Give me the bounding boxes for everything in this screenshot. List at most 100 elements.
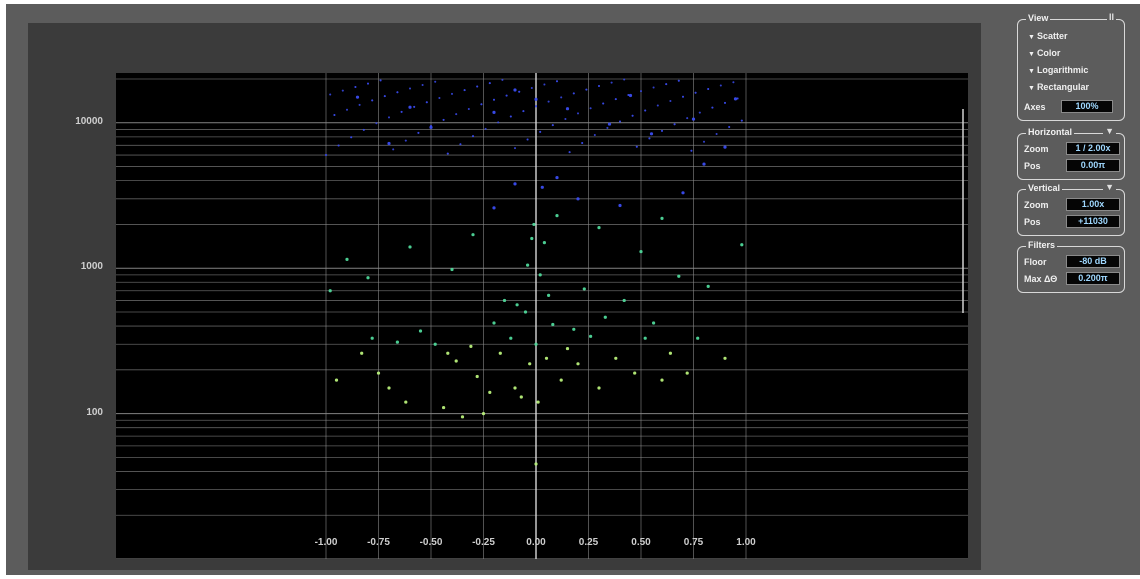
x-tick-label: -1.00 <box>314 537 338 548</box>
scatter-point <box>607 122 612 126</box>
scatter-point <box>530 236 534 241</box>
scatter-point-dense <box>362 128 365 131</box>
scatter-point <box>589 334 593 338</box>
floor-field[interactable]: -80 dB <box>1066 255 1120 268</box>
scatter-point <box>559 378 563 382</box>
view-option-color[interactable]: ▼ Color <box>1028 48 1060 58</box>
scatter-point-dense <box>451 92 453 95</box>
scatter-point-dense <box>438 96 441 99</box>
view-option-logarithmic[interactable]: ▼ Logarithmic <box>1028 65 1088 75</box>
scatter-point <box>582 287 586 291</box>
view-option-scatter[interactable]: ▼ Scatter <box>1028 31 1067 41</box>
y-tick-label: 100 <box>86 406 103 418</box>
scatter-point <box>733 97 738 101</box>
y-tick-label: 1000 <box>80 261 103 273</box>
scatter-point-dense <box>413 105 416 108</box>
scatter-point <box>526 263 530 267</box>
axes-value-field[interactable]: 100% <box>1061 100 1113 113</box>
scatter-point <box>442 405 446 410</box>
scatter-point <box>649 132 654 136</box>
scatter-point-dense <box>581 142 584 145</box>
scatter-point <box>544 356 549 360</box>
scatter-point-dense <box>530 87 533 90</box>
scatter-point <box>652 321 656 325</box>
x-tick-label: 1.00 <box>736 537 756 548</box>
scatter-point <box>677 274 681 278</box>
scatter-point-dense <box>593 134 596 137</box>
scatter-point-dense <box>459 143 462 146</box>
scatter-point <box>681 191 685 195</box>
scatter-point-dense <box>358 103 361 106</box>
chevron-down-icon[interactable]: ▼ <box>1103 182 1116 192</box>
scatter-point-dense <box>442 118 445 121</box>
scatter-point-dense <box>497 121 500 124</box>
filters-panel-title: Filters <box>1026 240 1058 250</box>
scatter-point <box>492 110 496 114</box>
scatter-point <box>628 93 633 98</box>
scatter-point <box>387 386 391 390</box>
scatter-point <box>696 336 700 340</box>
scatter-point-dense <box>640 90 642 93</box>
horizontal-pos-label: Pos <box>1024 161 1041 171</box>
scatter-point <box>622 298 626 303</box>
scatter-point-dense <box>728 125 731 128</box>
scatter-point-dense <box>329 93 332 96</box>
scatter-point-dense <box>585 88 588 91</box>
scatter-point-dense <box>371 99 374 102</box>
scatter-point-dense <box>564 117 567 120</box>
view-panel-title: View <box>1026 13 1051 23</box>
vertical-panel-title: Vertical <box>1026 183 1063 193</box>
vertical-pos-field[interactable]: +11030 <box>1066 215 1120 228</box>
scatter-point <box>555 175 559 180</box>
view-panel: View II ▼ Scatter ▼ Color ▼ Logarithmic ▼ Re… <box>1017 12 1125 121</box>
scatter-point <box>404 400 408 404</box>
scatter-point-dense <box>354 86 357 89</box>
scatter-point-dense <box>619 120 621 123</box>
triangle-down-icon: ▼ <box>1028 85 1035 92</box>
scatter-point <box>534 342 538 346</box>
horizontal-zoom-field[interactable]: 1 / 2.00x <box>1066 142 1120 155</box>
vertical-zoom-field[interactable]: 1.00x <box>1066 198 1120 211</box>
scatter-point-dense <box>409 87 411 90</box>
scatter-point <box>576 197 580 201</box>
view-option-label: Color <box>1036 48 1061 58</box>
scatter-point <box>534 462 538 466</box>
scatter-point-dense <box>635 145 638 148</box>
scatter-point-dense <box>568 151 571 154</box>
scatter-point <box>519 395 523 399</box>
view-option-rectangular[interactable]: ▼ Rectangular <box>1028 82 1089 92</box>
floor-label: Floor <box>1024 257 1047 267</box>
scatter-point <box>355 95 360 99</box>
scatter-point-dense <box>623 78 626 81</box>
scatter-point-dense <box>392 148 395 151</box>
scatter-point-dense <box>631 114 634 117</box>
chevron-down-icon[interactable]: ▼ <box>1103 126 1116 136</box>
scatter-point <box>660 216 664 221</box>
scatter-point-dense <box>333 113 336 116</box>
scatter-plot-area[interactable] <box>116 73 968 559</box>
scatter-point <box>515 303 519 307</box>
max-delta-field[interactable]: 0.200π <box>1066 272 1120 285</box>
scatter-point-dense <box>707 88 710 91</box>
scatter-point <box>540 185 544 189</box>
axes-label: Axes <box>1024 102 1046 112</box>
scatter-point-dense <box>698 111 701 114</box>
scatter-point <box>528 362 532 366</box>
scatter-point-dense <box>484 127 487 130</box>
x-tick-label: -0.25 <box>472 537 495 548</box>
scatter-point <box>492 321 496 325</box>
scatter-point-dense <box>656 104 659 107</box>
x-tick-label: 0.75 <box>683 537 704 548</box>
scatter-point <box>538 273 542 277</box>
scatter-point-dense <box>602 102 605 105</box>
scatter-point <box>488 390 492 394</box>
pause-icon[interactable]: II <box>1106 12 1116 22</box>
scatter-point-dense <box>350 136 353 139</box>
scatter-point <box>469 344 473 348</box>
scatter-point <box>334 378 339 382</box>
horizontal-pos-field[interactable]: 0.00π <box>1066 159 1120 172</box>
scatter-point-dense <box>383 95 386 98</box>
scatter-point <box>691 117 696 121</box>
scatter-point <box>376 371 381 375</box>
scatter-point-dense <box>375 122 378 125</box>
